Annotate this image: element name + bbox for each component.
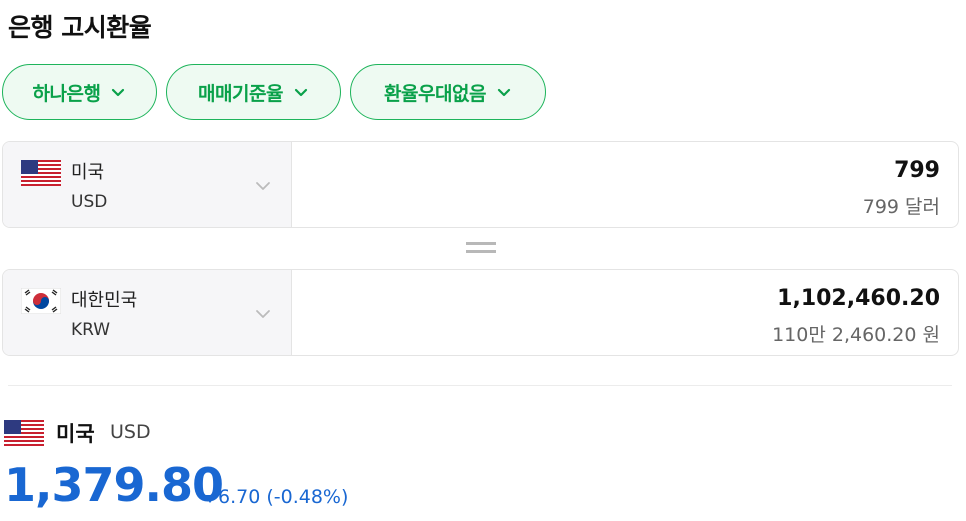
summary-currency-code: USD [110, 421, 151, 443]
equals-icon [466, 242, 496, 253]
chevron-down-icon [256, 182, 270, 190]
rate-type-select-button[interactable]: 매매기준율 [166, 64, 341, 120]
to-amount-input[interactable]: 1,102,460.20 110만 2,460.20 원 [292, 270, 958, 355]
to-currency-code: KRW [71, 320, 111, 340]
us-flag-icon [4, 420, 44, 446]
preferential-rate-select-button[interactable]: 환율우대없음 [350, 64, 546, 120]
to-amount-text: 110만 2,460.20 원 [772, 324, 940, 346]
chevron-down-icon [256, 310, 270, 318]
from-currency-code: USD [71, 192, 108, 212]
bank-select-button[interactable]: 하나은행 [2, 64, 157, 120]
from-amount-input[interactable]: 799 799 달러 [292, 142, 958, 227]
chevron-down-icon [497, 88, 511, 97]
page-title: 은행 고시환율 [8, 13, 152, 42]
from-country-name: 미국 [71, 162, 105, 183]
preferential-rate-select-label: 환율우대없음 [384, 82, 486, 105]
down-arrow-icon [204, 495, 216, 503]
chevron-down-icon [112, 88, 125, 97]
from-amount-text: 799 달러 [862, 196, 940, 218]
exchange-rate-value: 1,379.80 [4, 458, 224, 512]
bank-select-label: 하나은행 [32, 82, 101, 105]
to-currency-select[interactable]: 대한민국 KRW [3, 270, 292, 355]
from-amount: 799 [894, 158, 940, 183]
divider [8, 385, 952, 386]
us-flag-icon [21, 160, 61, 186]
from-currency-select[interactable]: 미국 USD [3, 142, 292, 227]
rate-type-select-label: 매매기준율 [198, 82, 283, 105]
summary-country-name: 미국 [56, 422, 95, 446]
from-currency-row: 미국 USD 799 799 달러 [2, 141, 959, 228]
to-currency-row: 대한민국 KRW 1,102,460.20 110만 2,460.20 원 [2, 269, 959, 356]
rate-change: 6.70 (-0.48%) [218, 486, 349, 508]
chevron-down-icon [294, 88, 308, 97]
kr-flag-icon [21, 288, 61, 314]
to-country-name: 대한민국 [71, 290, 138, 311]
to-amount: 1,102,460.20 [777, 286, 940, 311]
